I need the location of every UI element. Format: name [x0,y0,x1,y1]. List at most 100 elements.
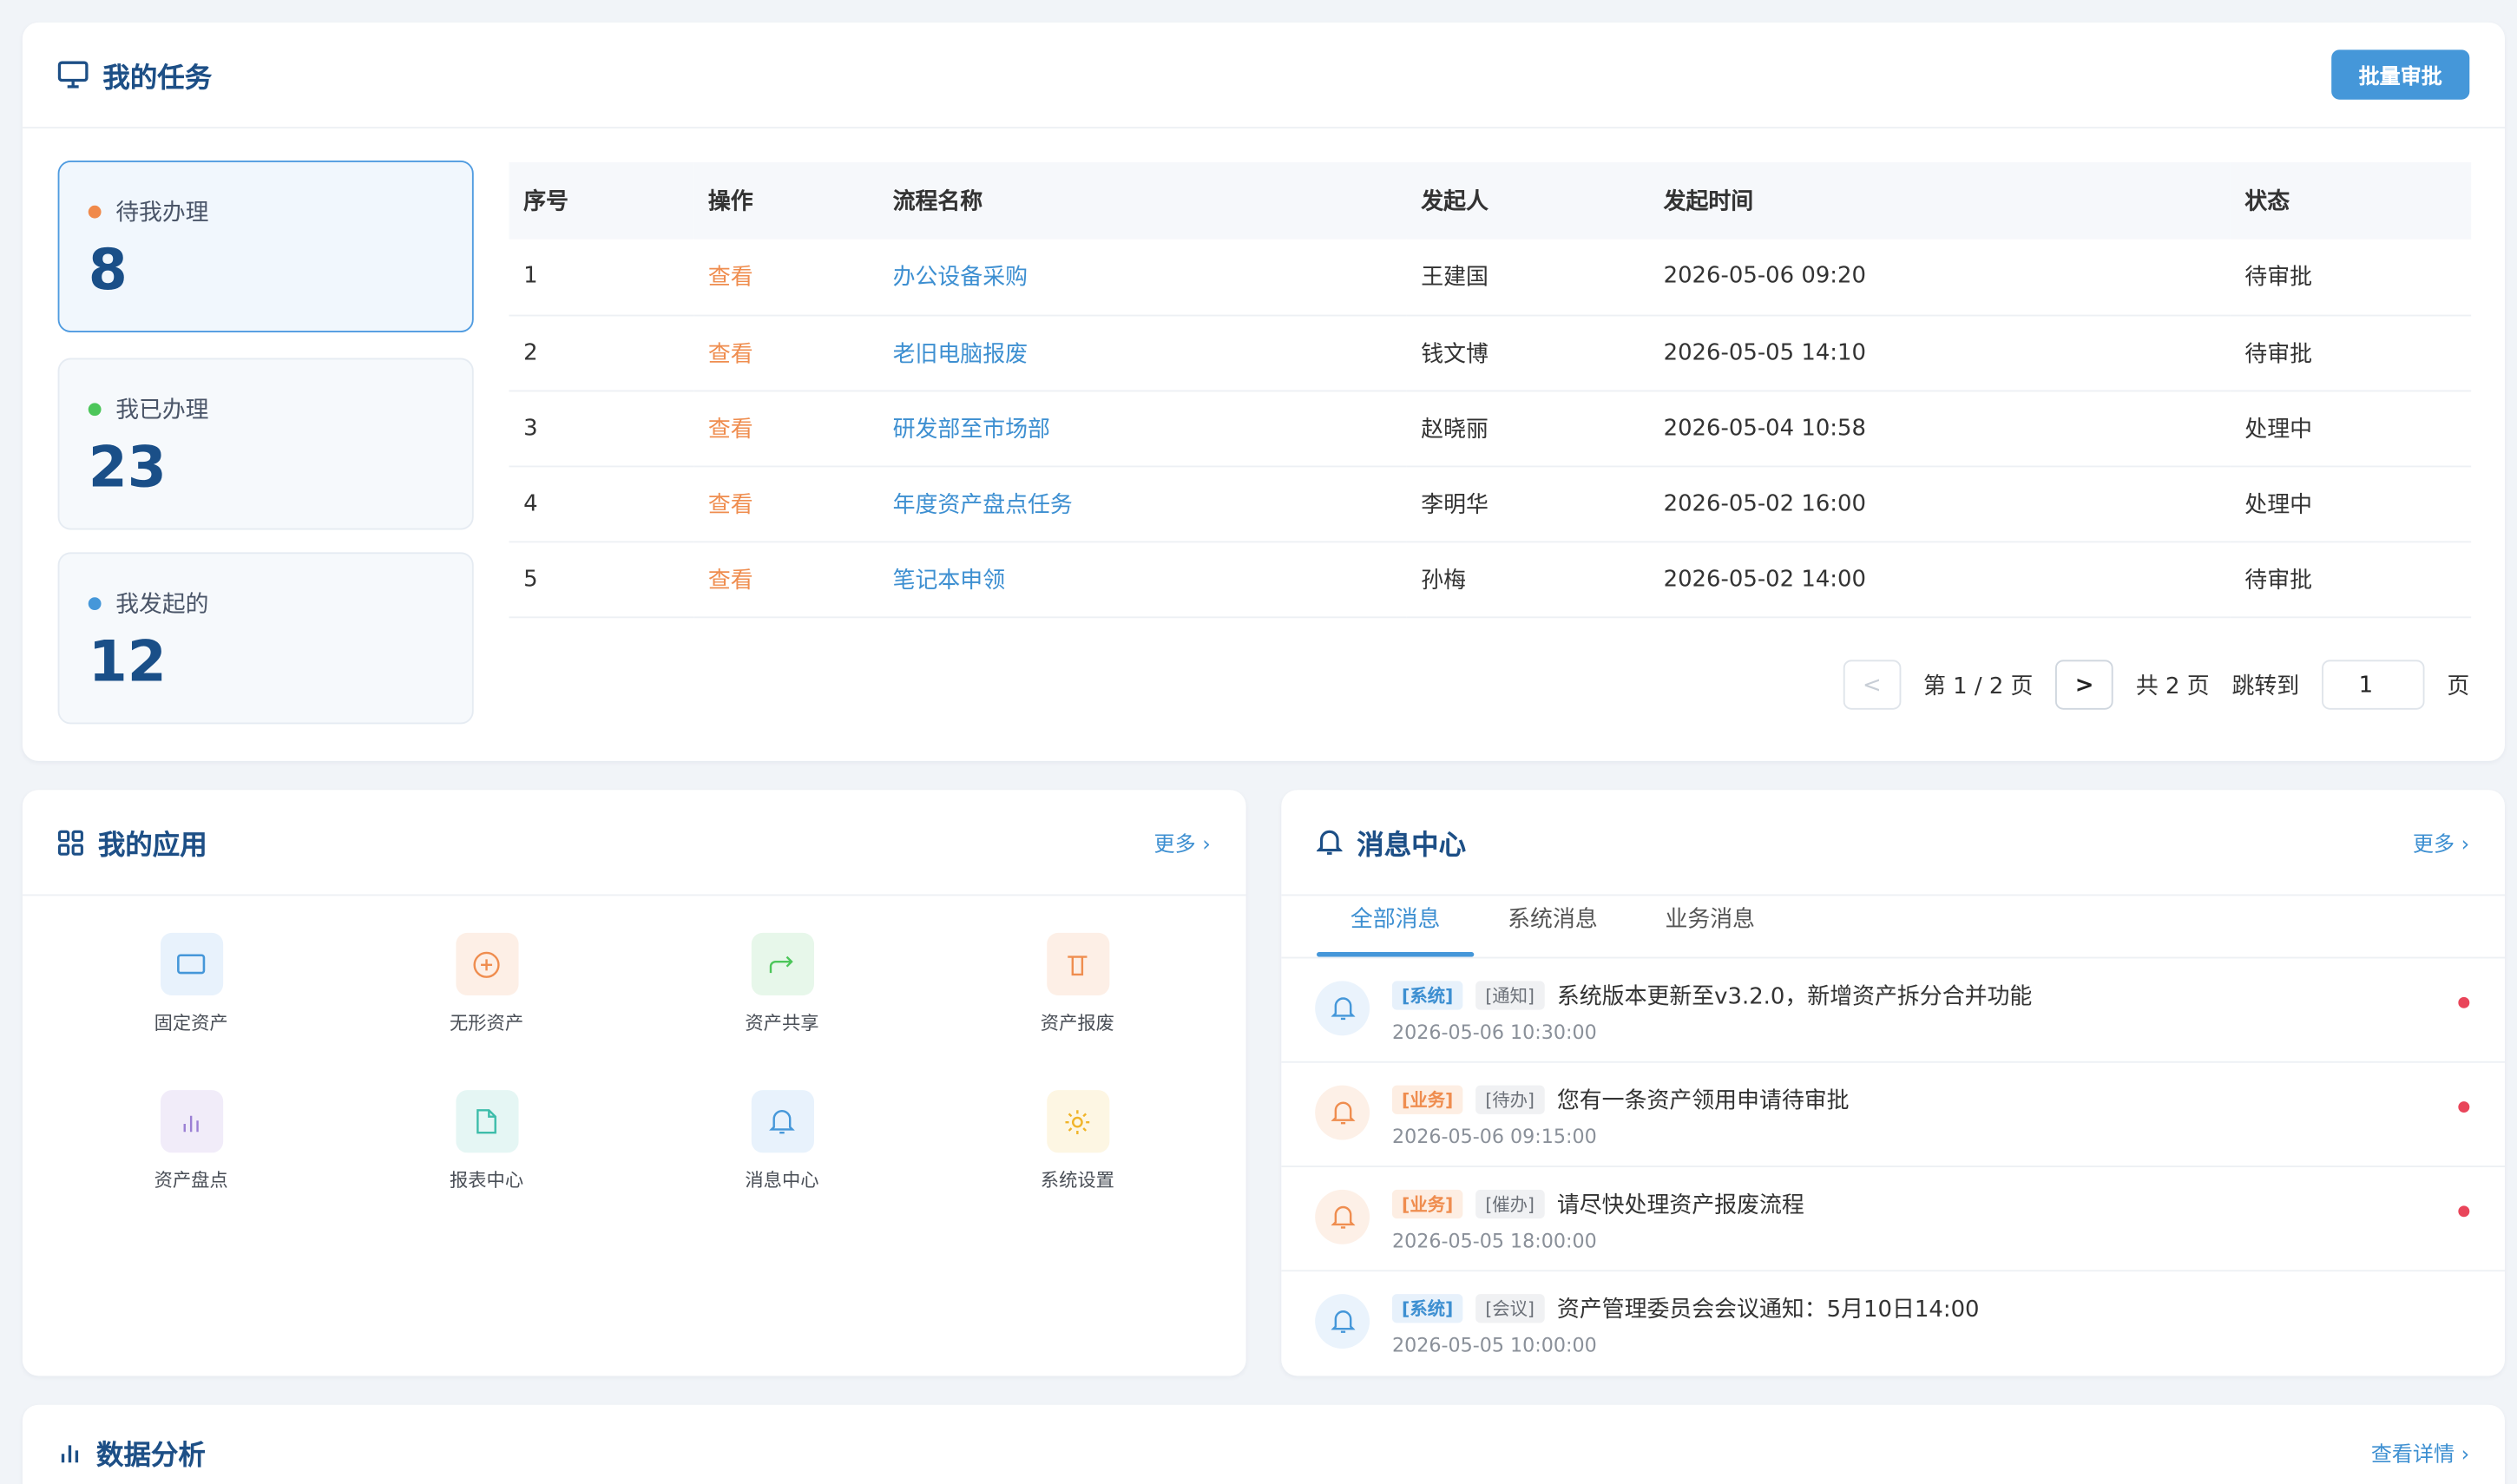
list-item[interactable]: [系统] [通知] 系统版本更新至v3.2.0，新增资产拆分合并功能 2026-… [1281,956,2505,1061]
category-tag: [系统] [1391,1294,1463,1323]
view-link[interactable]: 查看 [708,341,753,367]
app-system-settings[interactable]: 系统设置 [989,1090,1166,1192]
process-name-link[interactable]: 年度资产盘点任务 [893,492,1073,518]
analysis-details-link[interactable]: 查看详情 › [2371,1436,2469,1467]
row-no: 3 [509,390,694,467]
list-item[interactable]: [系统] [会议] 资产管理委员会会议通知：5月10日14:00 2026-05… [1281,1270,2505,1374]
stat-label: 我发起的 [115,592,209,619]
row-initiator: 赵晓丽 [1406,390,1649,467]
page-info: 第 1 / 2 页 [1923,673,2034,699]
table-row: 5 查看 笔记本申领 孙梅 2026-05-02 14:00 待审批 [509,541,2472,618]
message-time: 2026-05-06 09:15:00 [1391,1125,1597,1148]
gear-icon [1046,1090,1109,1153]
category-tag: [系统] [1391,981,1463,1010]
message-text: 请尽快处理资产报废流程 [1556,1192,1804,1219]
analysis-title: 数据分析 [96,1439,206,1472]
app-fixed-assets[interactable]: 固定资产 [102,932,279,1035]
bar-chart-icon [58,1440,82,1464]
stat-pending[interactable]: 待我办理 8 [57,161,474,332]
status-dot [88,204,102,218]
bell-icon [750,1090,814,1153]
monitor-icon [57,61,89,89]
list-item[interactable]: [业务] [催办] 请尽快处理资产报废流程 2026-05-05 18:00:0… [1281,1166,2505,1270]
jump-label: 跳转到 [2231,673,2300,699]
bell-icon [1317,829,1343,856]
stat-initiated[interactable]: 我发起的 12 [57,552,474,725]
col-name: 流程名称 [877,161,1407,240]
bell-icon [1315,1294,1370,1349]
process-name-link[interactable]: 老旧电脑报废 [893,341,1028,367]
app-report-center[interactable]: 报表中心 [398,1090,575,1192]
category-tag: [业务] [1391,1085,1463,1114]
list-item[interactable]: [业务] [待办] 您有一条资产领用申请待审批 2026-05-06 09:15… [1281,1060,2505,1166]
process-name-link[interactable]: 研发部至市场部 [893,417,1050,443]
row-time: 2026-05-05 14:10 [1648,314,2231,391]
view-link[interactable]: 查看 [708,266,753,292]
apps-more-link[interactable]: 更多 › [1154,827,1211,857]
row-time: 2026-05-06 09:20 [1648,239,2231,316]
share-arrow-icon [750,932,814,995]
total-pages: 共 2 页 [2135,673,2210,699]
stat-done[interactable]: 我已办理 23 [57,358,474,530]
tab-all-messages[interactable]: 全部消息 [1317,896,1475,957]
status-badge: 处理中 [2230,465,2472,542]
row-no: 2 [509,314,694,391]
page-jump-input[interactable] [2322,660,2425,710]
message-tabs: 全部消息 系统消息 业务消息 [1317,896,1789,957]
subtype-tag: [催办] [1475,1189,1545,1219]
tab-business-messages[interactable]: 业务消息 [1632,896,1789,956]
tab-system-messages[interactable]: 系统消息 [1474,896,1631,956]
app-label: 报表中心 [450,1168,524,1192]
grid-icon [57,829,84,856]
stat-value: 12 [88,631,167,696]
message-text: 您有一条资产领用申请待审批 [1556,1088,1850,1114]
process-name-link[interactable]: 办公设备采购 [893,266,1028,292]
status-badge: 处理中 [2230,390,2472,467]
table-row: 4 查看 年度资产盘点任务 李明华 2026-05-02 16:00 处理中 [509,465,2472,542]
row-initiator: 王建国 [1406,239,1649,316]
process-name-link[interactable]: 笔记本申领 [893,568,1006,594]
my-apps-panel: 我的应用 更多 › 固定资产 无形资产 资产共享 资产报废 资产盘点 报表中心 … [22,790,1246,1376]
messages-more-link[interactable]: 更多 › [2413,827,2469,857]
row-time: 2026-05-02 16:00 [1648,465,2231,542]
row-initiator: 李明华 [1406,465,1649,542]
pagination: < 第 1 / 2 页 > 共 2 页 跳转到 页 [1843,660,2469,710]
app-asset-inventory[interactable]: 资产盘点 [102,1090,279,1192]
message-text: 系统版本更新至v3.2.0，新增资产拆分合并功能 [1556,984,2033,1010]
task-table: 序号 操作 流程名称 发起人 发起时间 状态 1 查看 办公设备采购 王建国 2… [509,161,2472,618]
app-label: 无形资产 [450,1011,524,1034]
apps-title: 我的应用 [97,830,207,863]
col-action: 操作 [693,161,878,240]
app-label: 资产盘点 [154,1168,228,1192]
col-time: 发起时间 [1648,161,2231,240]
stat-value: 8 [88,239,128,304]
bell-icon [1315,981,1370,1036]
message-center-panel: 消息中心 更多 › 全部消息 系统消息 业务消息 [系统] [通知] 系统版本更… [1281,790,2505,1376]
my-tasks-panel: 我的任务 批量审批 待我办理 8 我已办理 23 我发起的 12 序号 操作 流… [22,22,2506,761]
app-asset-scrap[interactable]: 资产报废 [989,932,1166,1035]
row-no: 5 [509,541,694,618]
plus-circle-icon [455,932,518,995]
view-link[interactable]: 查看 [708,492,753,518]
app-label: 系统设置 [1040,1168,1114,1192]
next-page-button[interactable]: > [2055,660,2113,710]
status-dot [88,596,102,610]
unread-dot [2458,1205,2470,1218]
row-initiator: 钱文博 [1406,314,1649,391]
app-intangible-assets[interactable]: 无形资产 [398,932,575,1035]
app-asset-sharing[interactable]: 资产共享 [693,932,871,1035]
app-message-center[interactable]: 消息中心 [693,1090,871,1192]
col-status: 状态 [2230,161,2472,240]
table-header-row: 序号 操作 流程名称 发起人 发起时间 状态 [509,161,2472,240]
view-link[interactable]: 查看 [708,568,753,594]
row-time: 2026-05-02 14:00 [1648,541,2231,618]
table-row: 3 查看 研发部至市场部 赵晓丽 2026-05-04 10:58 处理中 [509,390,2472,467]
prev-page-button[interactable]: < [1843,660,1902,710]
unread-dot [2458,1101,2470,1113]
batch-approve-button[interactable]: 批量审批 [2331,49,2470,100]
messages-title: 消息中心 [1357,830,1467,863]
status-badge: 待审批 [2230,314,2472,391]
view-link[interactable]: 查看 [708,417,753,443]
col-initiator: 发起人 [1406,161,1649,240]
row-no: 1 [509,239,694,316]
